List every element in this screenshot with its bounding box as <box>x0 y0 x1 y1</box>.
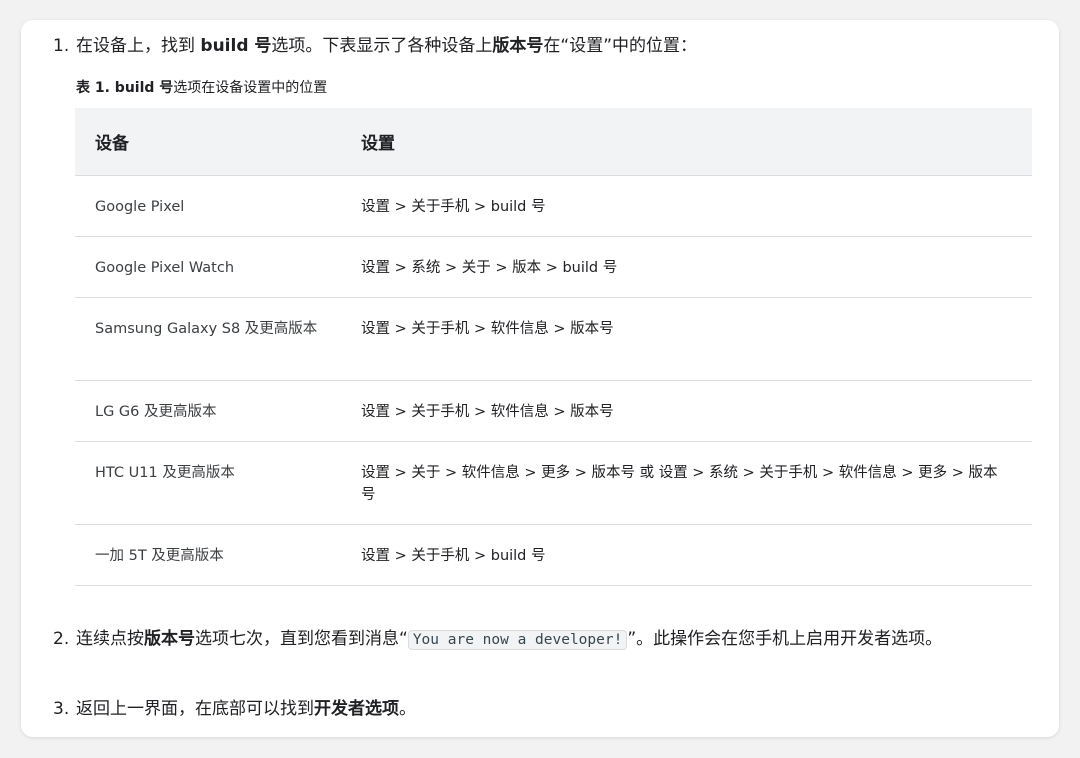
step-text: 选项七次，直到您看到消息“ <box>195 629 408 649</box>
caption-label: 表 1. build 号 <box>76 80 174 96</box>
developer-options-term: 开发者选项 <box>314 699 399 719</box>
step-3-text: 返回上一界面，在底部可以找到开发者选项。 <box>53 697 1013 722</box>
step-text: 选项。下表显示了各种设备上 <box>271 36 493 56</box>
column-header-settings: 设置 <box>341 108 1032 176</box>
step-text: ”。此操作会在您手机上启用开发者选项。 <box>627 629 943 649</box>
step-text: 连续点按 <box>76 629 144 649</box>
step-1: 1. 在设备上，找到 build 号选项。下表显示了各种设备上版本号在“设置”中… <box>53 34 1013 59</box>
settings-path-cell: 设置 > 关于手机 > 软件信息 > 版本号 <box>341 297 1032 381</box>
table-header-row: 设备 设置 <box>75 108 1032 176</box>
device-cell: Google Pixel <box>75 175 341 237</box>
device-cell: HTC U11 及更高版本 <box>75 441 341 525</box>
step-number: 2. <box>53 629 70 649</box>
table-row: Google Pixel Watch 设置 > 系统 > 关于 > 版本 > b… <box>75 236 1032 298</box>
version-number-term: 版本号 <box>492 36 544 56</box>
step-text: 在“设置”中的位置： <box>543 36 698 56</box>
device-cell: LG G6 及更高版本 <box>75 380 341 442</box>
settings-path-cell: 设置 > 关于手机 > build 号 <box>341 524 1032 586</box>
step-text: 返回上一界面，在底部可以找到 <box>76 699 314 719</box>
step-2: 2. 连续点按版本号选项七次，直到您看到消息“ You are now a dev… <box>53 627 1013 653</box>
device-cell: Samsung Galaxy S8 及更高版本 <box>75 297 341 381</box>
column-header-device: 设备 <box>75 108 341 176</box>
table-row: HTC U11 及更高版本 设置 > 关于 > 软件信息 > 更多 > 版本号 … <box>75 441 1032 525</box>
step-1-text: 在设备上，找到 build 号选项。下表显示了各种设备上版本号在“设置”中的位置… <box>53 34 1013 59</box>
step-3: 3. 返回上一界面，在底部可以找到开发者选项。 <box>53 697 1013 722</box>
caption-text: 选项在设备设置中的位置 <box>173 80 328 96</box>
build-number-term: build 号 <box>200 36 272 56</box>
step-number: 1. <box>53 36 70 56</box>
settings-path-cell: 设置 > 关于手机 > 软件信息 > 版本号 <box>341 380 1032 442</box>
table-row: 一加 5T 及更高版本 设置 > 关于手机 > build 号 <box>75 524 1032 586</box>
device-cell: Google Pixel Watch <box>75 236 341 298</box>
content-card: 1. 在设备上，找到 build 号选项。下表显示了各种设备上版本号在“设置”中… <box>21 20 1059 737</box>
version-number-term: 版本号 <box>144 629 195 649</box>
developer-message-code: You are now a developer! <box>407 630 628 650</box>
settings-path-cell: 设置 > 系统 > 关于 > 版本 > build 号 <box>341 236 1032 298</box>
table-caption: 表 1. build 号选项在设备设置中的位置 <box>76 78 327 98</box>
table-row: Samsung Galaxy S8 及更高版本 设置 > 关于手机 > 软件信息… <box>75 297 1032 381</box>
table-row: LG G6 及更高版本 设置 > 关于手机 > 软件信息 > 版本号 <box>75 380 1032 442</box>
device-cell: 一加 5T 及更高版本 <box>75 524 341 586</box>
step-text: 。 <box>399 699 416 719</box>
step-2-text: 连续点按版本号选项七次，直到您看到消息“ You are now a develo… <box>53 627 1013 653</box>
settings-path-cell: 设置 > 关于 > 软件信息 > 更多 > 版本号 或 设置 > 系统 > 关于… <box>341 441 1032 525</box>
settings-path-cell: 设置 > 关于手机 > build 号 <box>341 175 1032 237</box>
table-row: Google Pixel 设置 > 关于手机 > build 号 <box>75 175 1032 237</box>
step-text: 在设备上，找到 <box>76 36 201 56</box>
device-settings-table: 设备 设置 Google Pixel 设置 > 关于手机 > build 号 G… <box>75 108 1032 586</box>
step-number: 3. <box>53 699 70 719</box>
